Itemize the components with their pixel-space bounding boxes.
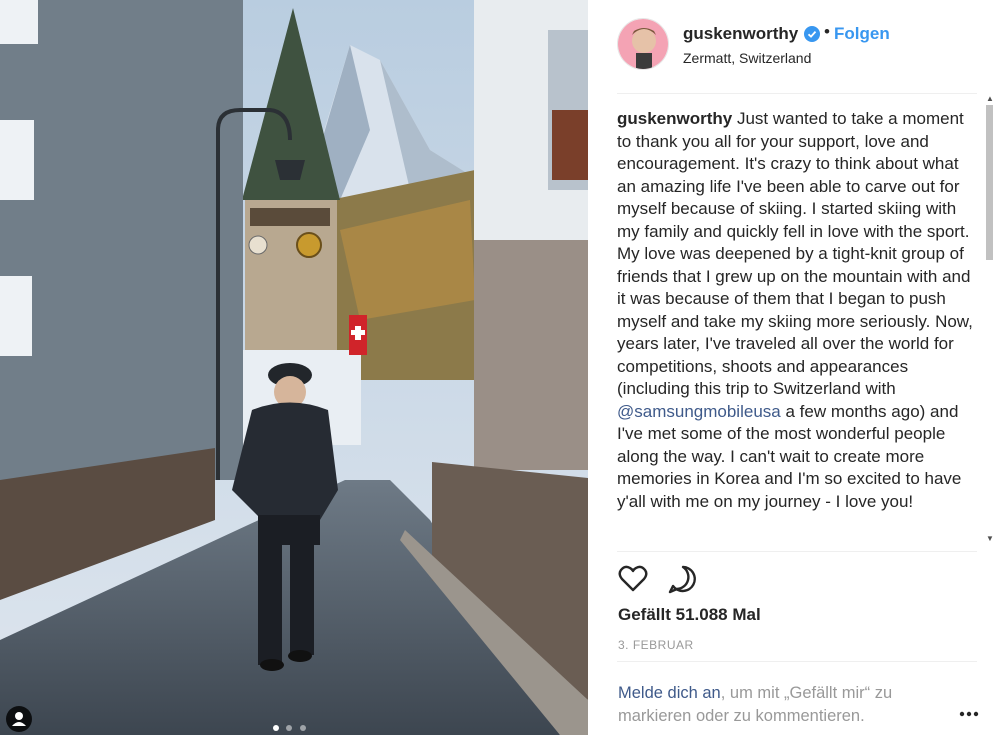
separator-dot: • xyxy=(824,22,830,41)
post-location[interactable]: Zermatt, Switzerland xyxy=(683,50,811,66)
scrollbar-thumb[interactable] xyxy=(986,105,993,260)
login-prompt: Melde dich an, um mit „Gefällt mir“ zu m… xyxy=(618,682,938,728)
scroll-up-arrow-icon[interactable]: ▲ xyxy=(986,95,994,103)
divider xyxy=(617,551,977,552)
caption-body: Just wanted to take a moment to thank yo… xyxy=(617,109,973,398)
follow-button[interactable]: Folgen xyxy=(834,24,890,44)
caption-text: guskenworthy Just wanted to take a momen… xyxy=(617,108,977,513)
more-options-icon[interactable] xyxy=(958,700,980,720)
post-image xyxy=(0,0,588,735)
caption-scrollbar[interactable]: ▲ ▼ xyxy=(985,95,994,550)
user-tag-button[interactable] xyxy=(6,706,32,732)
avatar[interactable] xyxy=(617,18,669,70)
caption-mention-link[interactable]: @samsungmobileusa xyxy=(617,402,781,421)
post-photo[interactable] xyxy=(0,0,588,735)
caption-username[interactable]: guskenworthy xyxy=(617,109,732,128)
carousel-dot-active[interactable] xyxy=(273,725,279,731)
caption-scroll-area[interactable]: guskenworthy Just wanted to take a momen… xyxy=(617,108,977,549)
post-username[interactable]: guskenworthy xyxy=(683,24,798,44)
likes-count[interactable]: Gefällt 51.088 Mal xyxy=(618,605,761,625)
divider xyxy=(617,93,977,94)
scroll-down-arrow-icon[interactable]: ▼ xyxy=(986,535,994,543)
divider xyxy=(617,661,977,662)
verified-badge-icon xyxy=(804,26,820,42)
post-date[interactable]: 3. FEBRUAR xyxy=(618,638,694,652)
carousel-indicator xyxy=(273,718,309,735)
heart-icon[interactable] xyxy=(617,563,649,595)
user-tag-icon xyxy=(12,712,26,726)
comment-icon[interactable] xyxy=(667,563,699,595)
post-sidebar: guskenworthy • Folgen Zermatt, Switzerla… xyxy=(588,0,994,735)
post-header: guskenworthy • Folgen Zermatt, Switzerla… xyxy=(588,0,994,93)
login-link[interactable]: Melde dich an xyxy=(618,684,721,702)
avatar-image xyxy=(618,19,668,69)
carousel-dot[interactable] xyxy=(286,725,293,731)
carousel-dot[interactable] xyxy=(299,725,306,731)
